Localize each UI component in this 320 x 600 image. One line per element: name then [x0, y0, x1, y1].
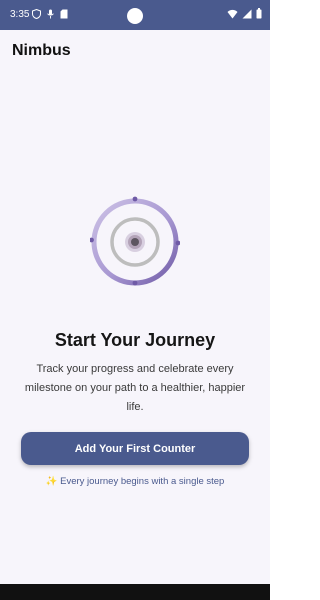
empty-state-description: Track your progress and celebrate every …: [24, 363, 246, 413]
mic-icon: [47, 9, 54, 19]
ring-marker-bottom: [132, 280, 138, 286]
gesture-nav-bar: [0, 584, 270, 600]
status-left-icons: [32, 9, 68, 19]
status-right-icons: [227, 8, 262, 19]
status-time: 3:35: [10, 9, 30, 20]
app-screen: 3:35 Nimbus Start Your Journey Track you…: [0, 0, 270, 600]
vpn-shield-icon: [32, 9, 41, 19]
add-first-counter-button[interactable]: Add Your First Counter: [21, 432, 249, 465]
ring-marker-top: [132, 196, 138, 202]
wifi-icon: [227, 9, 238, 18]
status-bar: 3:35: [0, 0, 270, 30]
cellular-signal-icon: [242, 9, 252, 18]
battery-icon: [256, 8, 262, 19]
empty-state-tagline: ✨ Every journey begins with a single ste…: [45, 476, 225, 487]
empty-state-headline: Start Your Journey: [54, 330, 216, 350]
core-dot: [131, 238, 139, 246]
sim-card-icon: [60, 9, 68, 19]
empty-state-illustration: [89, 195, 181, 290]
concentric-rings-illustration: [89, 196, 181, 286]
camera-cutout: [127, 8, 143, 24]
app-title: Nimbus: [12, 42, 71, 59]
